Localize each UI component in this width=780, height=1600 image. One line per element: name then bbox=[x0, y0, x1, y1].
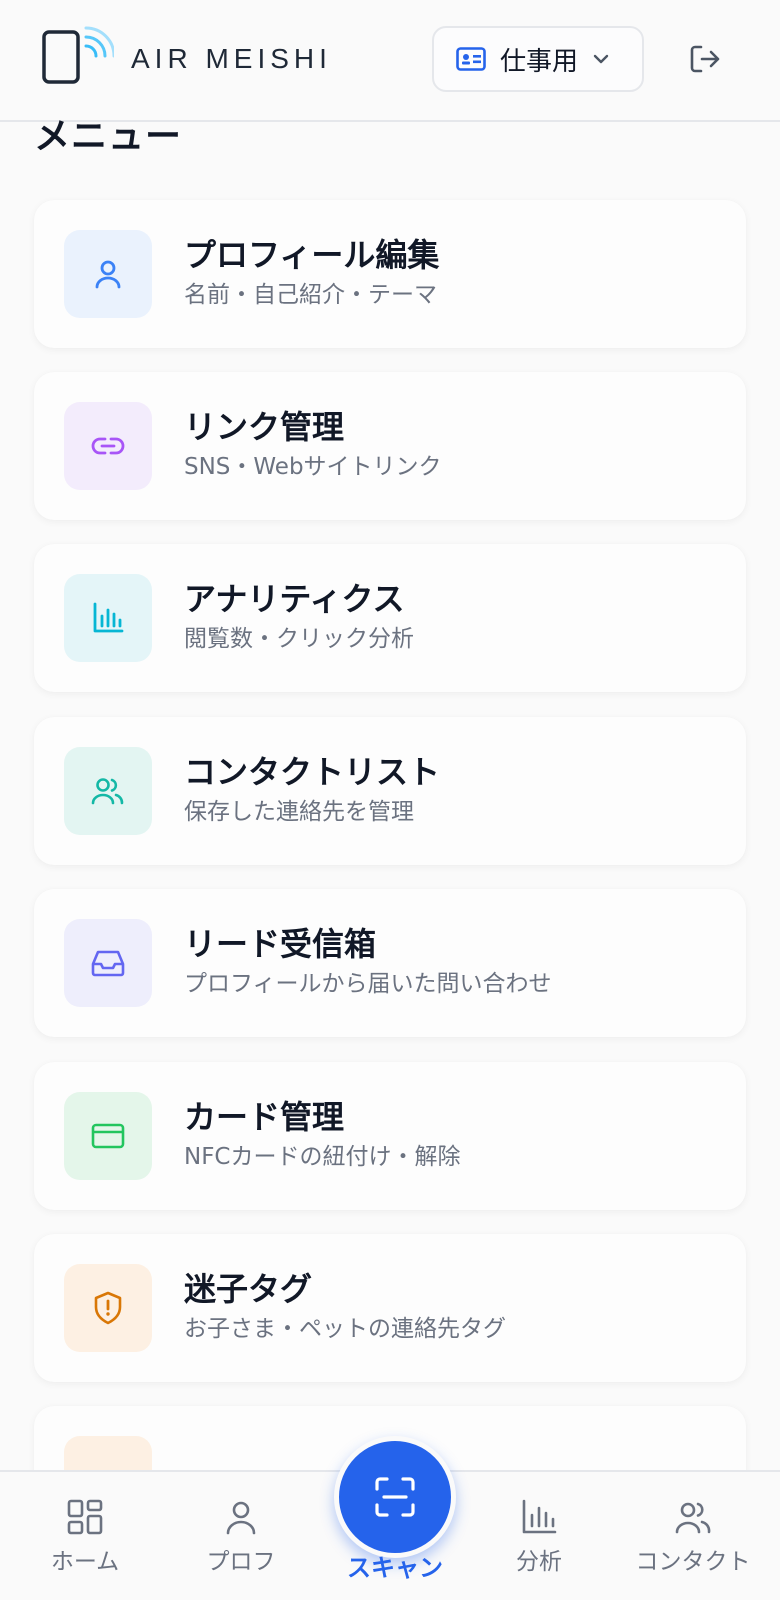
nav-contacts[interactable]: コンタクト bbox=[618, 1498, 768, 1588]
app-header: AIR MEISHI 仕事用 bbox=[0, 0, 780, 122]
nav-analytics[interactable]: 分析 bbox=[464, 1498, 614, 1588]
shield-alert-icon bbox=[64, 1264, 152, 1352]
scan-button[interactable] bbox=[334, 1436, 456, 1558]
menu-title: メニュー bbox=[34, 116, 183, 157]
nfc-card-logo-icon bbox=[42, 26, 114, 84]
menu-card-title: 迷子タグ bbox=[184, 1270, 313, 1308]
scan-icon bbox=[375, 1477, 415, 1517]
menu-card-subtitle: NFCカードの紐付け・解除 bbox=[184, 1144, 461, 1170]
nav-scan-label[interactable]: スキャン bbox=[320, 1548, 470, 1583]
menu-card-card-management[interactable]: カード管理 NFCカードの紐付け・解除 bbox=[34, 1062, 746, 1210]
menu-card-title: リンク管理 bbox=[184, 408, 345, 446]
menu-card-subtitle: 名前・自己紹介・テーマ bbox=[184, 282, 437, 308]
bar-chart-icon bbox=[522, 1499, 557, 1534]
menu-card-lost-tag[interactable]: 迷子タグ お子さま・ペットの連絡先タグ bbox=[34, 1234, 746, 1382]
nav-home-label: ホーム bbox=[50, 1549, 120, 1575]
nav-contacts-label: コンタクト bbox=[635, 1549, 751, 1575]
menu-card-analytics[interactable]: アナリティクス 閲覧数・クリック分析 bbox=[34, 544, 746, 692]
id-card-icon bbox=[456, 47, 486, 71]
menu-card-link-management[interactable]: リンク管理 SNS・Webサイトリンク bbox=[34, 372, 746, 520]
menu-card-subtitle: 保存した連絡先を管理 bbox=[184, 799, 414, 825]
menu-card-subtitle: お子さま・ペットの連絡先タグ bbox=[184, 1316, 506, 1342]
bar-chart-icon bbox=[64, 574, 152, 662]
user-icon bbox=[64, 230, 152, 318]
users-icon bbox=[675, 1502, 711, 1534]
link-icon bbox=[64, 402, 152, 490]
nav-profile-label: プロフ bbox=[206, 1549, 276, 1575]
profile-selector[interactable]: 仕事用 bbox=[432, 26, 644, 92]
logout-icon[interactable] bbox=[688, 42, 722, 76]
chevron-down-icon bbox=[593, 54, 609, 64]
users-icon bbox=[64, 747, 152, 835]
nav-profile[interactable]: プロフ bbox=[166, 1498, 316, 1588]
inbox-icon bbox=[64, 919, 152, 1007]
menu-card-title: コンタクトリスト bbox=[184, 753, 441, 791]
user-icon bbox=[226, 1501, 256, 1535]
nav-analytics-label: 分析 bbox=[516, 1549, 562, 1575]
menu-card-contact-list[interactable]: コンタクトリスト 保存した連絡先を管理 bbox=[34, 717, 746, 865]
brand-name: AIR MEISHI bbox=[131, 43, 332, 74]
menu-card-profile-edit[interactable]: プロフィール編集 名前・自己紹介・テーマ bbox=[34, 200, 746, 348]
profile-selector-value: 仕事用 bbox=[500, 46, 579, 77]
menu-card-subtitle: 閲覧数・クリック分析 bbox=[184, 626, 414, 652]
menu-card-title: アナリティクス bbox=[184, 580, 405, 618]
credit-card-icon bbox=[64, 1092, 152, 1180]
menu-card-subtitle: プロフィールから届いた問い合わせ bbox=[184, 971, 552, 997]
menu-card-title: プロフィール編集 bbox=[184, 236, 440, 274]
nav-home[interactable]: ホーム bbox=[10, 1498, 160, 1588]
grid-icon bbox=[67, 1499, 103, 1535]
menu-card-lead-inbox[interactable]: リード受信箱 プロフィールから届いた問い合わせ bbox=[34, 889, 746, 1037]
menu-card-subtitle: SNS・Webサイトリンク bbox=[184, 454, 442, 480]
menu-card-title: リード受信箱 bbox=[184, 925, 377, 963]
menu-card-title: カード管理 bbox=[184, 1098, 345, 1136]
